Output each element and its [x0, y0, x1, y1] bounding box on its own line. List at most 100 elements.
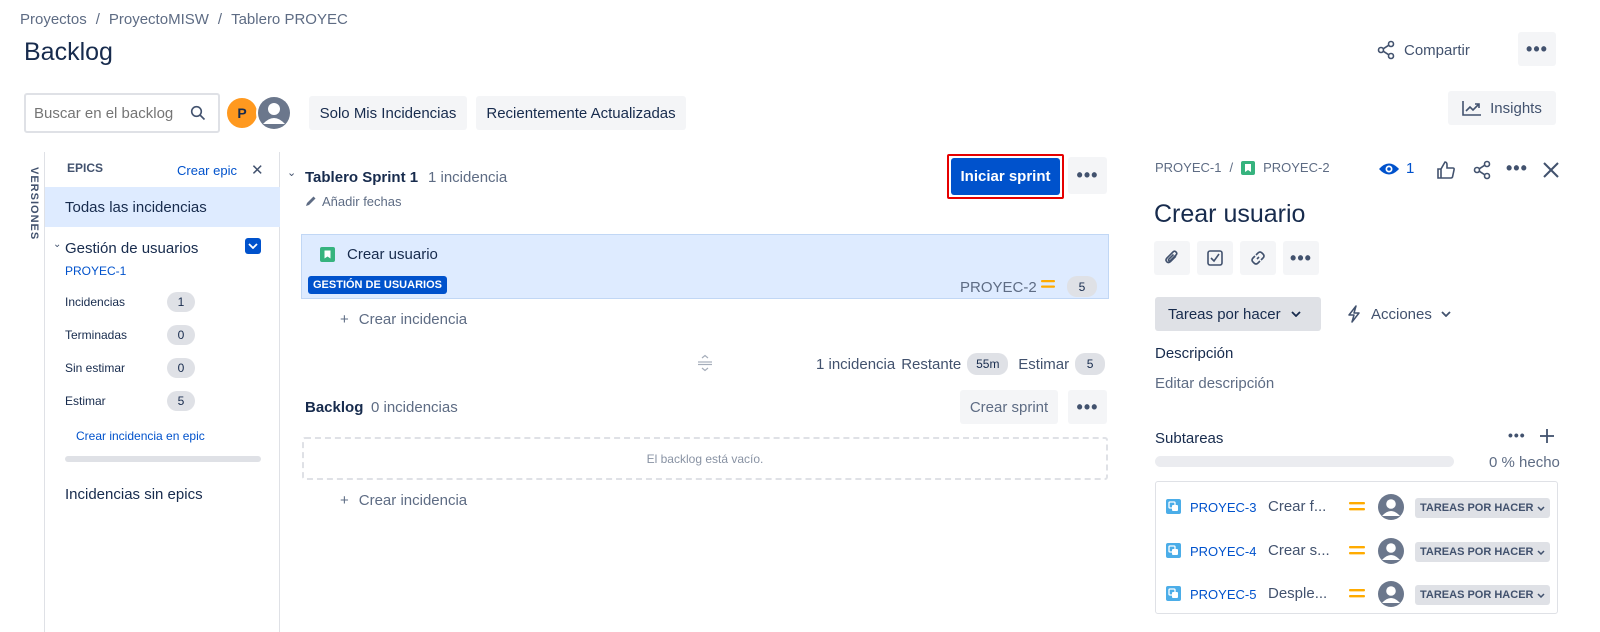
create-epic-link[interactable]: Crear epic: [177, 163, 237, 178]
create-sprint-button[interactable]: Crear sprint: [960, 390, 1058, 424]
subtask-title[interactable]: Crear f...: [1268, 498, 1326, 515]
share-icon[interactable]: [1472, 160, 1492, 180]
detail-more-icon[interactable]: •••: [1506, 158, 1528, 179]
subtask-icon: [1166, 499, 1181, 514]
close-icon[interactable]: ✕: [251, 161, 264, 179]
all-issues-item[interactable]: Todas las incidencias: [45, 187, 280, 227]
breadcrumb: Proyectos / ProyectoMISW / Tablero PROYE…: [20, 11, 348, 28]
search-box[interactable]: [24, 93, 220, 133]
breadcrumb-projects[interactable]: Proyectos: [20, 11, 87, 28]
backlog-empty-dropzone: El backlog está vacío.: [302, 437, 1108, 480]
stat-row: Sin estimar 0: [65, 356, 205, 389]
detail-quick-actions: •••: [1154, 241, 1319, 275]
add-dates-button[interactable]: Añadir fechas: [304, 194, 402, 209]
add-subtask-button[interactable]: [1197, 241, 1233, 275]
more-actions-button[interactable]: •••: [1283, 241, 1319, 275]
epic-dropdown-icon[interactable]: [245, 238, 261, 254]
page-more-button[interactable]: •••: [1518, 32, 1556, 66]
add-subtask-icon[interactable]: [1540, 429, 1554, 443]
create-in-epic-link[interactable]: Crear incidencia en epic: [76, 429, 205, 443]
start-sprint-button[interactable]: Iniciar sprint: [951, 158, 1060, 195]
subtasks-more-icon[interactable]: •••: [1508, 427, 1526, 443]
breadcrumb-board[interactable]: Tablero PROYEC: [231, 11, 348, 28]
create-issue-sprint[interactable]: + Crear incidencia: [340, 311, 467, 328]
avatar-unassigned[interactable]: [256, 95, 292, 131]
epic-key[interactable]: PROYEC-1: [65, 264, 126, 278]
footer-count: 1 incidencia: [816, 355, 896, 373]
epic-lozenge[interactable]: GESTIÓN DE USUARIOS: [308, 276, 447, 294]
plus-icon: +: [340, 311, 349, 328]
subtask-key[interactable]: PROYEC-3: [1190, 500, 1256, 515]
subtask-status[interactable]: TAREAS POR HACER: [1415, 498, 1551, 518]
subtask-title[interactable]: Crear s...: [1268, 542, 1330, 559]
assignee-avatar[interactable]: [1378, 494, 1404, 520]
lightning-icon: [1346, 305, 1362, 323]
description-field[interactable]: Editar descripción: [1155, 375, 1274, 392]
link-issue-button[interactable]: [1240, 241, 1276, 275]
share-icon: [1376, 40, 1396, 60]
epic-item[interactable]: ⌄ Gestión de usuarios PROYEC-1: [45, 234, 280, 278]
story-icon: [320, 247, 335, 262]
subtask-row[interactable]: PROYEC-4 Crear s... TAREAS POR HACER: [1156, 532, 1557, 572]
drag-handle-icon[interactable]: [697, 354, 713, 372]
watch-count: 1: [1406, 160, 1415, 177]
backlog-more-button[interactable]: •••: [1068, 390, 1107, 424]
subtasks-label: Subtareas: [1155, 430, 1224, 447]
story-points[interactable]: 5: [1067, 276, 1097, 297]
assignee-avatar[interactable]: [1378, 538, 1404, 564]
stat-label: Sin estimar: [65, 361, 126, 375]
versions-tab[interactable]: VERSIONES: [26, 167, 42, 240]
backlog-empty-text: El backlog está vacío.: [646, 451, 764, 466]
plus-icon: +: [340, 492, 349, 509]
priority-medium-icon: [1041, 279, 1055, 289]
share-button[interactable]: Compartir: [1376, 34, 1488, 66]
breadcrumb-project[interactable]: ProyectoMISW: [109, 11, 209, 28]
sprint-collapse-icon[interactable]: ⌄: [287, 166, 296, 179]
create-issue-backlog[interactable]: + Crear incidencia: [340, 492, 467, 509]
subtask-row[interactable]: PROYEC-3 Crear f... TAREAS POR HACER: [1156, 488, 1557, 528]
chevron-down-icon: [1537, 549, 1546, 555]
create-issue-label: Crear incidencia: [358, 492, 468, 509]
subtask-row[interactable]: PROYEC-5 Desple... TAREAS POR HACER: [1156, 575, 1557, 615]
insights-button[interactable]: Insights: [1448, 91, 1556, 125]
subtask-status-label: TAREAS POR HACER: [1420, 502, 1534, 514]
subtask-status[interactable]: TAREAS POR HACER: [1415, 585, 1551, 605]
issue-title: Crear usuario: [347, 246, 438, 263]
thumbs-up-icon[interactable]: [1436, 160, 1456, 180]
stat-value: 5: [167, 391, 195, 411]
sprint-more-button[interactable]: •••: [1068, 157, 1107, 194]
chevron-down-icon: [1441, 311, 1451, 317]
issue-card[interactable]: Crear usuario GESTIÓN DE USUARIOS PROYEC…: [301, 234, 1109, 299]
sprint-name: Tablero Sprint 1: [305, 169, 419, 186]
close-icon[interactable]: [1542, 161, 1560, 179]
actions-dropdown[interactable]: Acciones: [1346, 297, 1451, 331]
parent-key-link[interactable]: PROYEC-1: [1155, 160, 1221, 175]
priority-medium-icon: [1349, 545, 1365, 556]
subtask-status[interactable]: TAREAS POR HACER: [1415, 542, 1551, 562]
filter-recent-button[interactable]: Recientemente Actualizadas: [476, 96, 686, 130]
attach-button[interactable]: [1154, 241, 1190, 275]
no-epics-item[interactable]: Incidencias sin epics: [65, 486, 203, 503]
status-dropdown[interactable]: Tareas por hacer: [1155, 297, 1321, 331]
issue-key[interactable]: PROYEC-2: [960, 279, 1037, 296]
sprint-count: 1 incidencia: [428, 169, 508, 186]
filter-mine-button[interactable]: Solo Mis Incidencias: [309, 96, 467, 130]
assignee-avatar[interactable]: [1378, 581, 1404, 607]
watch-button[interactable]: 1: [1378, 160, 1414, 177]
search-input[interactable]: [34, 104, 184, 122]
epic-stats: Incidencias 1 Terminadas 0 Sin estimar 0…: [65, 290, 205, 422]
issue-detail-title[interactable]: Crear usuario: [1154, 200, 1305, 229]
avatar[interactable]: P: [225, 96, 259, 130]
breadcrumb-separator: /: [217, 11, 223, 28]
stat-row: Estimar 5: [65, 389, 205, 422]
share-label: Compartir: [1404, 41, 1470, 59]
chevron-down-icon: [1537, 592, 1546, 598]
subtask-key[interactable]: PROYEC-4: [1190, 544, 1256, 559]
stat-label: Incidencias: [65, 295, 126, 309]
chevron-down-icon[interactable]: ⌄: [53, 239, 61, 250]
issue-key-link[interactable]: PROYEC-2: [1263, 160, 1329, 175]
footer-estimate-value: 5: [1075, 353, 1106, 375]
actions-label: Acciones: [1371, 305, 1432, 323]
subtask-key[interactable]: PROYEC-5: [1190, 587, 1256, 602]
subtask-title[interactable]: Desple...: [1268, 585, 1327, 602]
